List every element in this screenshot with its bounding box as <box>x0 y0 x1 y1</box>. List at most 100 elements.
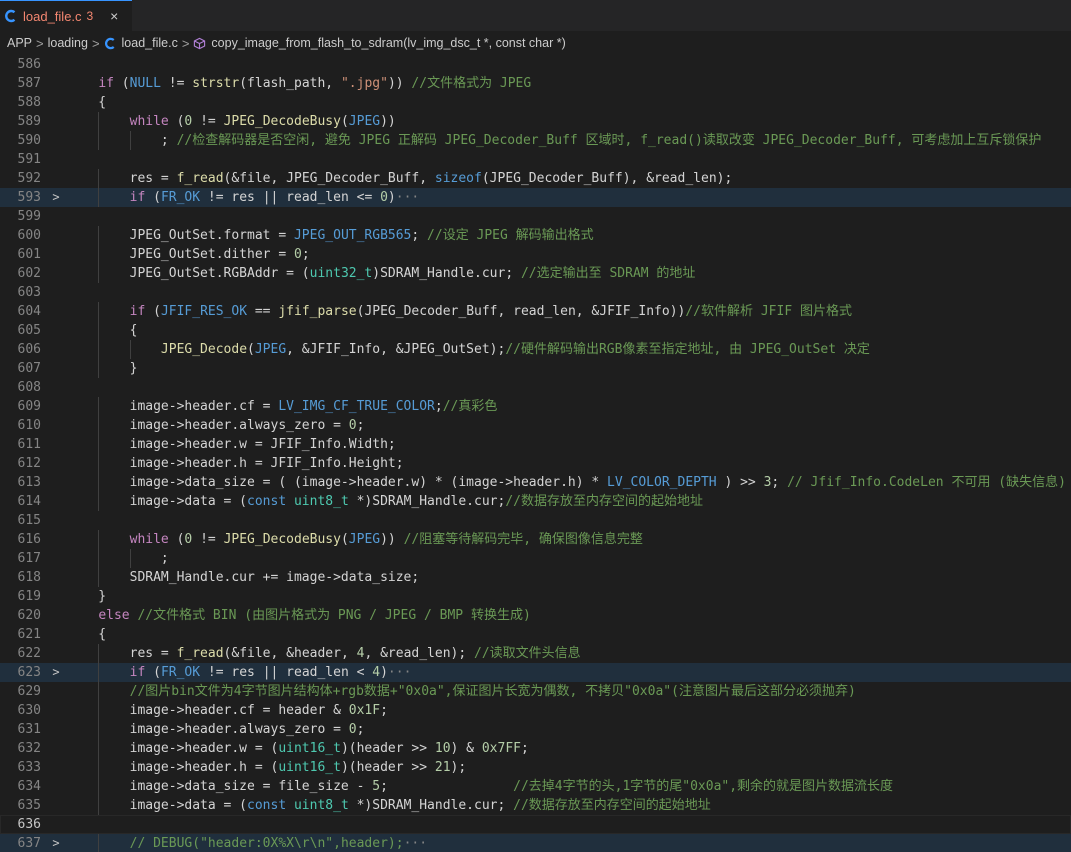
code-line[interactable]: 634 image->data_size = file_size - 5; //… <box>0 777 1071 796</box>
tab-filename: load_file.c <box>23 8 82 24</box>
close-icon[interactable]: × <box>106 8 122 24</box>
code-token: while <box>129 532 169 547</box>
chevron-right-icon: > <box>91 35 100 51</box>
code-line[interactable]: 613 image->data_size = ( (image->header.… <box>0 473 1071 492</box>
code-text: JPEG_OutSet.dither = 0; <box>67 245 1071 264</box>
code-text: image->header.cf = header & 0x1F; <box>67 701 1071 720</box>
code-line[interactable]: 604 if (JFIF_RES_OK == jfif_parse(JPEG_D… <box>0 302 1071 321</box>
indent-guide <box>98 416 100 435</box>
code-token: //数据存放至内存空间的起始地址 <box>513 798 711 813</box>
code-line[interactable]: 623 > if (FR_OK != res || read_len < 4)··… <box>0 663 1071 682</box>
code-token: (JPEG_Decoder_Buff), &read_len); <box>481 171 733 186</box>
code-token: if <box>129 665 146 680</box>
code-line[interactable]: 617 ; <box>0 549 1071 568</box>
code-line[interactable]: 608 <box>0 378 1071 397</box>
code-line[interactable]: 619 } <box>0 587 1071 606</box>
indent-guide <box>98 568 100 587</box>
indent-guide <box>98 473 100 492</box>
code-text: while (0 != JPEG_DecodeBusy(JPEG)) <box>67 112 1071 131</box>
code-line[interactable]: 609 image->header.cf = LV_IMG_CF_TRUE_CO… <box>0 397 1071 416</box>
code-line[interactable]: 635 image->data = (const uint8_t *)SDRAM… <box>0 796 1071 815</box>
code-line[interactable]: 601 JPEG_OutSet.dither = 0; <box>0 245 1071 264</box>
line-number: 604 <box>17 304 41 319</box>
line-number: 620 <box>17 608 41 623</box>
code-line[interactable]: 618 SDRAM_Handle.cur += image->data_size… <box>0 568 1071 587</box>
code-line[interactable]: 611 image->header.w = JFIF_Info.Width; <box>0 435 1071 454</box>
code-line[interactable]: 607 } <box>0 359 1071 378</box>
code-line[interactable]: 621 { <box>0 625 1071 644</box>
code-text: image->data = (const uint8_t *)SDRAM_Han… <box>67 796 1071 815</box>
line-number: 621 <box>17 627 41 642</box>
code-text: //图片bin文件为4字节图片结构体+rgb数据+"0x0a",保证图片长宽为偶… <box>67 682 1071 701</box>
code-token: image->data = ( <box>67 798 248 813</box>
code-line[interactable]: 592 res = f_read(&file, JPEG_Decoder_Buf… <box>0 169 1071 188</box>
code-line[interactable]: 589 while (0 != JPEG_DecodeBusy(JPEG)) <box>0 112 1071 131</box>
code-token: } <box>67 361 138 376</box>
code-token: ); <box>450 760 467 775</box>
line-number: 619 <box>17 589 41 604</box>
code-line[interactable]: 588 { <box>0 93 1071 112</box>
code-token: == <box>247 304 279 319</box>
code-token: image->header.always_zero = <box>67 418 349 433</box>
line-number: 608 <box>17 380 41 395</box>
code-token: 0 <box>348 722 357 737</box>
breadcrumb-item-function[interactable]: copy_image_from_flash_to_sdram(lv_img_ds… <box>211 36 565 50</box>
code-token: if <box>129 304 146 319</box>
line-number: 617 <box>17 551 41 566</box>
code-line[interactable]: 614 image->data = (const uint8_t *)SDRAM… <box>0 492 1071 511</box>
code-text: while (0 != JPEG_DecodeBusy(JPEG)) //阻塞等… <box>67 530 1071 549</box>
line-number: 623 <box>17 665 41 680</box>
code-line[interactable]: 615 <box>0 511 1071 530</box>
code-line[interactable]: 631 image->header.always_zero = 0; <box>0 720 1071 739</box>
code-line[interactable]: 629 //图片bin文件为4字节图片结构体+rgb数据+"0x0a",保证图片… <box>0 682 1071 701</box>
code-line[interactable]: 593 > if (FR_OK != res || read_len <= 0)·… <box>0 188 1071 207</box>
code-text: JPEG_Decode(JPEG, &JFIF_Info, &JPEG_OutS… <box>67 340 1071 359</box>
fold-chevron-icon[interactable]: > <box>49 663 63 682</box>
code-line[interactable]: 590 ; //检查解码器是否空闲, 避免 JPEG 正解码 JPEG_Deco… <box>0 131 1071 150</box>
code-text: image->data_size = ( (image->header.w) *… <box>67 473 1071 492</box>
code-line[interactable]: 606 JPEG_Decode(JPEG, &JFIF_Info, &JPEG_… <box>0 340 1071 359</box>
code-line[interactable]: 612 image->header.h = JFIF_Info.Height; <box>0 454 1071 473</box>
code-line[interactable]: 622 res = f_read(&file, &header, 4, &rea… <box>0 644 1071 663</box>
indent-guide <box>129 340 131 359</box>
code-line[interactable]: 633 image->header.h = (uint16_t)(header … <box>0 758 1071 777</box>
code-line[interactable]: 630 image->header.cf = header & 0x1F; <box>0 701 1071 720</box>
code-token: != res || read_len < <box>200 665 373 680</box>
code-editor[interactable]: 586 587 if (NULL != strstr(flash_path, ".… <box>0 55 1071 852</box>
code-line[interactable]: 602 JPEG_OutSet.RGBAddr = (uint32_t)SDRA… <box>0 264 1071 283</box>
code-token: ; <box>67 551 169 566</box>
code-token: ··· <box>395 190 420 205</box>
code-token: != <box>192 532 224 547</box>
code-line[interactable]: 620 else //文件格式 BIN (由图片格式为 PNG / JPEG /… <box>0 606 1071 625</box>
tab-load-file-c[interactable]: load_file.c 3 × <box>0 0 133 31</box>
fold-chevron-icon[interactable]: > <box>49 834 63 852</box>
code-line[interactable]: 610 image->header.always_zero = 0; <box>0 416 1071 435</box>
code-line[interactable]: 591 <box>0 150 1071 169</box>
code-token: ··· <box>387 665 412 680</box>
code-text: image->data = (const uint8_t *)SDRAM_Han… <box>67 492 1071 511</box>
indent-guide <box>98 245 100 264</box>
code-line[interactable]: 600 JPEG_OutSet.format = JPEG_OUT_RGB565… <box>0 226 1071 245</box>
indent-guide <box>98 701 100 720</box>
code-token: ; <box>67 133 177 148</box>
breadcrumb-item-app[interactable]: APP <box>7 36 32 50</box>
breadcrumb-item-file[interactable]: load_file.c <box>122 36 178 50</box>
code-line[interactable]: 605 { <box>0 321 1071 340</box>
code-line[interactable]: 587 if (NULL != strstr(flash_path, ".jpg… <box>0 74 1071 93</box>
code-token: if <box>98 76 114 91</box>
code-token: { <box>67 627 107 642</box>
indent-guide <box>98 454 100 473</box>
code-line[interactable]: 599 <box>0 207 1071 226</box>
fold-chevron-icon[interactable]: > <box>49 188 63 207</box>
code-text: image->header.w = (uint16_t)(header >> 1… <box>67 739 1071 758</box>
code-line[interactable]: 636 <box>0 815 1071 834</box>
code-line[interactable]: 616 while (0 != JPEG_DecodeBusy(JPEG)) /… <box>0 530 1071 549</box>
code-line[interactable]: 637 > // DEBUG("header:0X%X\r\n",header);… <box>0 834 1071 852</box>
code-line[interactable]: 603 <box>0 283 1071 302</box>
code-text: ; //检查解码器是否空闲, 避免 JPEG 正解码 JPEG_Decoder_… <box>67 131 1071 150</box>
code-line[interactable]: 586 <box>0 55 1071 74</box>
code-token: uint8_t <box>293 798 349 813</box>
code-token: image->header.h = JFIF_Info.Height; <box>67 456 404 471</box>
breadcrumb-item-loading[interactable]: loading <box>48 36 88 50</box>
code-line[interactable]: 632 image->header.w = (uint16_t)(header … <box>0 739 1071 758</box>
